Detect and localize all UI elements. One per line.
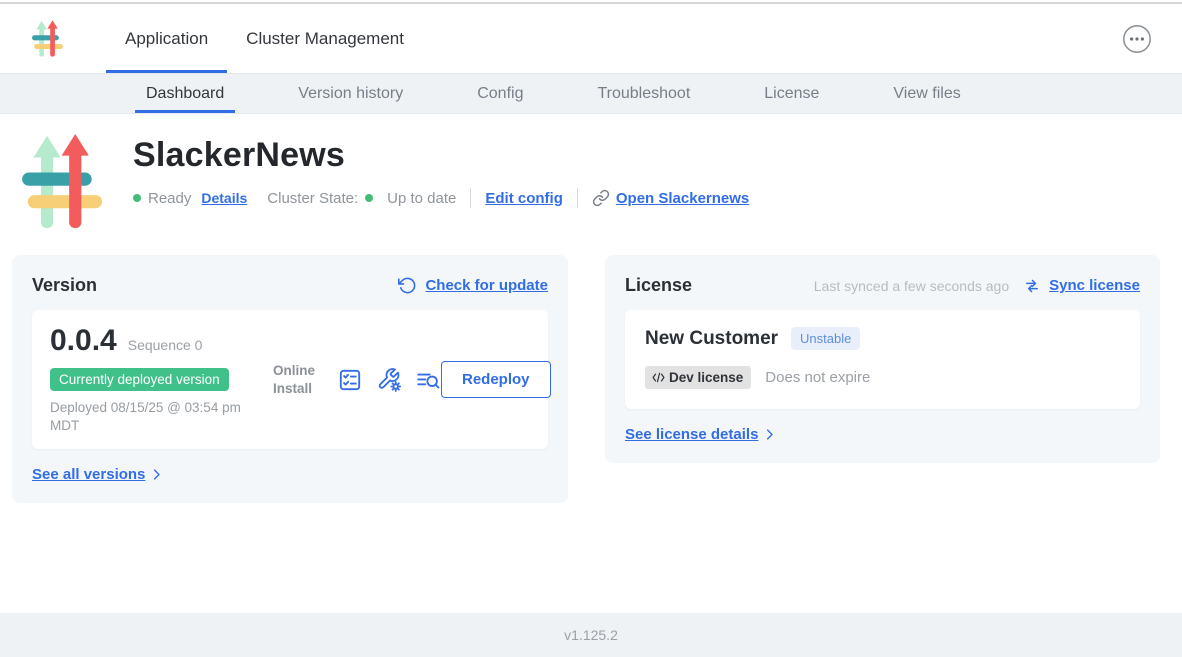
version-number: 0.0.4 [50,324,117,358]
edit-config-icon-button[interactable] [376,367,402,393]
version-card: Version Check for update 0.0.4 Sequence … [12,255,568,503]
tab-application-label: Application [125,29,208,49]
preflight-checks-button[interactable] [337,367,363,393]
wrench-gear-icon [376,367,402,393]
app-sub-navigation: Dashboard Version history Config Trouble… [0,74,1182,114]
tab-cluster-management[interactable]: Cluster Management [227,4,423,73]
top-navigation: Application Cluster Management [0,4,1182,74]
sequence-label: Sequence 0 [128,337,203,353]
tab-application[interactable]: Application [106,4,227,73]
page-title: SlackerNews [133,136,749,175]
dashboard-cards: Version Check for update 0.0.4 Sequence … [12,255,1160,503]
version-card-title: Version [32,275,97,296]
subtab-version-history[interactable]: Version history [287,74,414,113]
check-for-update-link[interactable]: Check for update [425,277,548,294]
install-type-label: Online Install [273,362,323,397]
divider [470,188,471,208]
ready-status-dot [133,194,141,202]
tab-cluster-management-label: Cluster Management [246,29,404,49]
subtab-dashboard[interactable]: Dashboard [135,74,235,113]
console-version: v1.125.2 [564,627,618,643]
code-icon [651,370,666,385]
divider [577,188,578,208]
deployed-timestamp: Deployed 08/15/25 @ 03:54 pm MDT [50,399,250,435]
subtab-license-label: License [764,85,819,103]
subtab-license[interactable]: License [753,74,830,113]
chevron-right-icon [762,427,777,442]
refresh-icon [398,276,417,295]
subtab-config[interactable]: Config [466,74,534,113]
details-link[interactable]: Details [201,190,247,206]
overflow-menu-button[interactable] [1122,24,1152,54]
subtab-view-files[interactable]: View files [882,74,971,113]
see-all-versions-link[interactable]: See all versions [32,466,145,483]
app-logo-large [22,134,105,228]
subtab-config-label: Config [477,85,523,103]
link-icon [592,189,610,207]
chevron-right-icon [149,467,164,482]
last-synced-text: Last synced a few seconds ago [814,278,1009,294]
deployed-status-badge: Currently deployed version [50,368,229,391]
license-type-badge: Dev license [645,366,751,389]
open-app-link-wrap[interactable]: Open Slackernews [592,189,749,207]
app-header: SlackerNews Ready Details Cluster State:… [0,114,1182,228]
edit-config-link[interactable]: Edit config [485,190,563,207]
channel-badge: Unstable [791,327,860,350]
topnav-tabs: Application Cluster Management [106,4,423,73]
license-details-panel: New Customer Unstable Dev license Does n… [625,310,1140,409]
slackernews-logo-icon-large [22,134,105,228]
license-card: License Last synced a few seconds ago Sy… [605,255,1160,463]
ellipsis-icon [1122,24,1152,54]
license-expiry-text: Does not expire [765,369,870,386]
console-footer: v1.125.2 [0,613,1182,657]
subtab-view-files-label: View files [893,85,960,103]
subtab-troubleshoot[interactable]: Troubleshoot [586,74,701,113]
slackernews-logo-icon [32,20,64,57]
license-card-title: License [625,275,692,296]
open-app-link[interactable]: Open Slackernews [616,190,749,207]
redeploy-button[interactable]: Redeploy [441,361,551,398]
cluster-status-dot [365,194,373,202]
subtab-version-history-label: Version history [298,85,403,103]
cluster-state-value: Up to date [387,190,456,207]
license-type-label: Dev license [669,370,743,385]
subtab-dashboard-label: Dashboard [146,85,224,103]
cluster-state-label: Cluster State: [267,190,358,207]
customer-name: New Customer [645,328,778,350]
subtab-troubleshoot-label: Troubleshoot [597,85,690,103]
checklist-icon [337,367,363,393]
see-license-details-link[interactable]: See license details [625,426,758,443]
current-version-panel: 0.0.4 Sequence 0 Currently deployed vers… [32,310,548,449]
app-status-text: Ready [148,190,191,207]
view-deploy-logs-button[interactable] [415,367,441,393]
logs-search-icon [415,367,441,393]
app-status-row: Ready Details Cluster State: Up to date … [133,188,749,208]
app-logo-small[interactable] [32,20,64,57]
sync-icon [1023,277,1041,295]
sync-license-link[interactable]: Sync license [1049,277,1140,294]
